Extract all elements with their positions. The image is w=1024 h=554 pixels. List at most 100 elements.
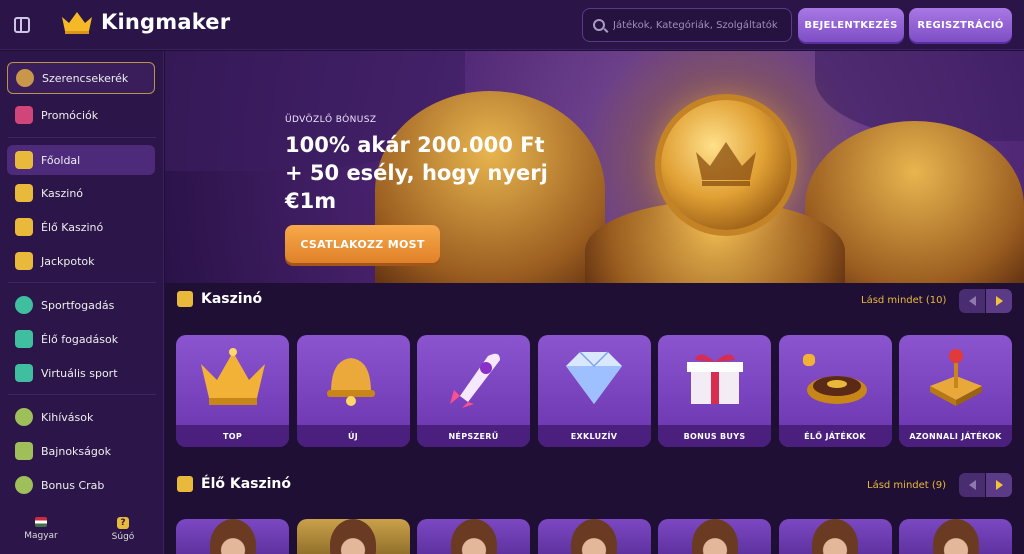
rocket-icon — [449, 353, 500, 408]
sidebar-item-label: Jackpotok — [41, 254, 95, 268]
sidebar-toggle-icon[interactable] — [14, 17, 30, 33]
logo[interactable]: Kingmaker — [60, 9, 230, 35]
category-tile-instant-games[interactable]: AZONNALI JÁTÉKOK — [899, 335, 1012, 447]
bell-icon — [327, 358, 375, 406]
help-button[interactable]: ? Súgó — [82, 517, 164, 542]
join-now-button[interactable]: CSATLAKOZZ MOST — [285, 225, 440, 263]
sidebar-item-bonus-crab[interactable]: Bonus Crab — [7, 470, 155, 500]
category-tile-exclusive[interactable]: EXKLUZÍV — [537, 335, 651, 447]
sidebar-item-label: Bajnokságok — [41, 444, 111, 458]
sidebar-item-label: Szerencsekerék — [42, 71, 129, 85]
category-tile-bonus-buys[interactable]: BONUS BUYS — [658, 335, 771, 447]
dealer-image — [330, 519, 376, 554]
live-game-tile[interactable] — [778, 519, 892, 554]
sidebar-item-virtual-sports[interactable]: Virtuális sport — [7, 358, 155, 388]
casino-category-list: TOP ÚJ NÉPSZERŰ EXKLUZÍV BONUS BUYS ÉLŐ … — [176, 335, 1020, 447]
carousel-prev-button[interactable] — [959, 473, 985, 497]
crown-logo-icon — [60, 9, 94, 35]
category-tile-live-games[interactable]: ÉLŐ JÁTÉKOK — [778, 335, 892, 447]
live-casino-section-header: Élő Kaszinó — [177, 476, 291, 492]
sidebar-item-sports[interactable]: Sportfogadás — [7, 290, 155, 320]
trophy-icon — [15, 442, 33, 460]
sidebar-item-live-betting[interactable]: Élő fogadások — [7, 324, 155, 354]
casino-section-header: Kaszinó — [177, 291, 262, 307]
sidebar-item-live-casino[interactable]: Élő Kaszinó — [7, 212, 155, 242]
dealer-image — [571, 519, 617, 554]
sidebar-item-label: Promóciók — [41, 108, 99, 122]
live-casino-section-title: Élő Kaszinó — [201, 476, 292, 492]
chevron-right-icon — [995, 480, 1003, 490]
sidebar-item-label: Élő Kaszinó — [41, 220, 104, 234]
hero-title: 100% akár 200.000 Ft + 50 esély, hogy ny… — [285, 133, 548, 213]
live-casino-carousel-arrows — [959, 473, 1012, 497]
roulette-icon — [802, 353, 867, 404]
top-bar: Kingmaker BEJELENTKEZÉS REGISZTRÁCIÓ — [0, 0, 1024, 50]
category-tile-new[interactable]: ÚJ — [296, 335, 410, 447]
hero-banner[interactable]: ÜDVÖZLŐ BÓNUSZ 100% akár 200.000 Ft + 50… — [165, 51, 1024, 283]
crab-icon — [15, 476, 33, 494]
dealer-image — [209, 519, 256, 554]
sidebar-footer: Magyar ? Súgó — [0, 517, 164, 542]
hungary-flag-icon — [35, 517, 47, 527]
play-icon — [15, 330, 33, 348]
category-tile-popular[interactable]: NÉPSZERŰ — [417, 335, 530, 447]
login-button[interactable]: BEJELENTKEZÉS — [798, 8, 904, 42]
sidebar-item-promotions[interactable]: Promóciók — [7, 100, 155, 130]
live-game-tile[interactable] — [417, 519, 530, 554]
sidebar-item-challenges[interactable]: Kihívások — [7, 402, 155, 432]
sidebar-item-label: Kaszinó — [41, 186, 84, 200]
sidebar-item-jackpots[interactable]: Jackpotok — [7, 246, 155, 276]
live-game-tile[interactable] — [537, 519, 651, 554]
category-tile-top[interactable]: TOP — [176, 335, 289, 447]
main-content: ÜDVÖZLŐ BÓNUSZ 100% akár 200.000 Ft + 50… — [165, 51, 1024, 554]
gift-icon — [15, 106, 33, 124]
giftbox-icon — [686, 354, 743, 404]
brand-name: Kingmaker — [101, 10, 231, 34]
jackpot-icon — [15, 252, 33, 270]
joystick-icon — [929, 349, 982, 406]
sidebar-item-label: Főoldal — [41, 153, 81, 167]
help-icon: ? — [117, 517, 129, 529]
category-label: ÚJ — [296, 425, 410, 447]
slot-machine-icon — [177, 291, 193, 307]
sidebar-item-label: Virtuális sport — [41, 366, 118, 380]
carousel-prev-button[interactable] — [959, 289, 985, 313]
badge-icon — [15, 408, 33, 426]
crown-icon — [200, 348, 265, 405]
casino-section-title: Kaszinó — [201, 291, 263, 307]
diamond-icon — [566, 351, 622, 404]
sidebar-item-home[interactable]: Főoldal — [7, 145, 155, 175]
chevron-left-icon — [968, 480, 976, 490]
category-label: TOP — [176, 425, 289, 447]
gamepad-icon — [15, 364, 33, 382]
dealer-image — [450, 519, 497, 554]
chevron-right-icon — [995, 296, 1003, 306]
carousel-next-button[interactable] — [986, 473, 1012, 497]
live-cards-icon — [177, 476, 193, 492]
live-casino-see-all-link[interactable]: Lásd mindet (9) — [867, 480, 946, 491]
live-casino-game-list — [176, 519, 1020, 554]
category-label: AZONNALI JÁTÉKOK — [899, 425, 1012, 447]
live-game-tile[interactable] — [899, 519, 1012, 554]
dealer-image — [691, 519, 738, 554]
sidebar-item-casino[interactable]: Kaszinó — [7, 178, 155, 208]
casino-see-all-link[interactable]: Lásd mindet (10) — [861, 295, 946, 306]
category-label: ÉLŐ JÁTÉKOK — [778, 425, 892, 447]
help-label: Súgó — [111, 532, 135, 542]
live-game-tile[interactable] — [296, 519, 410, 554]
live-game-tile[interactable] — [658, 519, 771, 554]
sidebar-item-wheel[interactable]: Szerencsekerék — [7, 62, 155, 94]
hero-eyebrow: ÜDVÖZLŐ BÓNUSZ — [285, 115, 377, 125]
language-label: Magyar — [24, 531, 58, 541]
dealer-image — [932, 519, 979, 554]
register-button[interactable]: REGISZTRÁCIÓ — [909, 8, 1012, 42]
search-icon — [593, 19, 605, 31]
carousel-next-button[interactable] — [986, 289, 1012, 313]
sidebar-item-tournaments[interactable]: Bajnokságok — [7, 436, 155, 466]
language-selector[interactable]: Magyar — [0, 517, 82, 542]
search-input[interactable] — [613, 19, 788, 31]
ball-icon — [15, 296, 33, 314]
slot-icon — [15, 184, 33, 202]
search-box[interactable] — [582, 8, 792, 42]
live-game-tile[interactable] — [176, 519, 289, 554]
